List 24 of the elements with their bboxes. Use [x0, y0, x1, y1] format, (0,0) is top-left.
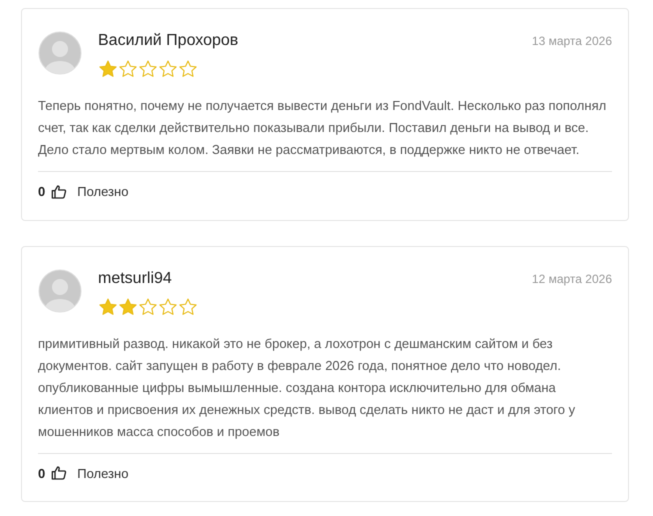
avatar-icon — [38, 268, 82, 312]
author-name: metsurli94 — [98, 268, 172, 288]
helpful-label[interactable]: Полезно — [77, 464, 128, 483]
review-text: Теперь понятно, почему не получается вывести деньги из FondVault. Несколько раз пополнял счет, так как сделки действительно показывали прибыли. Поставил деньги на вывод и все. Дело стало мертвым колом. Заявки не рассматриваются, в поддержке никто не отвечает. — [38, 97, 608, 159]
star-icon — [118, 59, 138, 79]
review-date: 13 марта 2026 — [532, 33, 612, 50]
review-date: 12 марта 2026 — [532, 270, 612, 288]
like-count: 0 — [38, 183, 46, 201]
thumbs-up-icon[interactable] — [51, 184, 68, 200]
star-icon — [138, 59, 158, 79]
star-icon — [158, 59, 178, 79]
star-icon — [178, 296, 198, 316]
star-icon — [98, 59, 118, 79]
avatar-icon — [38, 31, 82, 75]
helpful-label[interactable]: Полезно — [77, 182, 128, 202]
review-text: примитивный развод. никакой это не брокер, а лохотрон с дешманским сайтом и без документов. сайт запущен в работу в феврале 2026 года, понятное дело что новодел. опубликованные цифры вымышленные. создана контора исключительно для обмана клиентов и присвоения их денежных средств. вывод сделать никто не даст и для этого у мошенников масса способов и проемов — [38, 334, 576, 441]
thumbs-up-icon[interactable] — [51, 465, 68, 482]
star-icon — [158, 296, 178, 316]
star-icon — [178, 59, 198, 79]
star-icon — [98, 296, 118, 316]
like-count: 0 — [38, 464, 46, 482]
author-name: Василий Прохоров — [98, 31, 238, 51]
star-icon — [118, 296, 138, 316]
star-icon — [138, 296, 158, 316]
